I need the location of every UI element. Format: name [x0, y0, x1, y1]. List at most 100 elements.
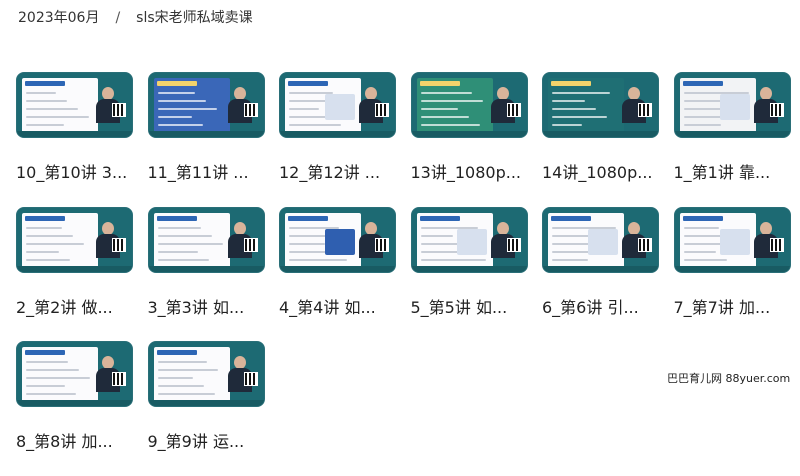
qr-code-icon	[506, 237, 521, 252]
thumbnail-footer-strip	[17, 265, 132, 272]
slide-text-line	[683, 100, 724, 102]
video-thumbnail[interactable]	[147, 206, 265, 273]
qr-code-icon	[769, 237, 784, 252]
slide-figure	[719, 228, 750, 255]
slide-text-line	[26, 108, 78, 110]
video-item[interactable]: 5_第5讲 如...	[410, 206, 528, 342]
slide-text-line	[157, 92, 195, 94]
thumbnail-footer-strip	[148, 400, 264, 406]
video-title[interactable]: 3_第3讲 如...	[148, 294, 265, 318]
video-item[interactable]: 10_第10讲 3...	[16, 72, 133, 207]
slide-preview	[548, 78, 624, 134]
video-title[interactable]: 9_第9讲 运...	[148, 428, 265, 452]
video-thumbnail[interactable]	[16, 72, 133, 138]
slide-text-line	[157, 393, 215, 395]
video-title[interactable]: 2_第2讲 做...	[16, 294, 133, 318]
breadcrumb-folder: sls宋老师私域卖课	[136, 10, 253, 26]
video-title[interactable]: 7_第7讲 加...	[674, 294, 791, 318]
video-title[interactable]: 10_第10讲 3...	[16, 159, 133, 183]
video-grid: 10_第10讲 3... 11_第11讲 ... 12_第12讲 ... 13讲_10…	[16, 72, 791, 476]
video-item[interactable]: 3_第3讲 如...	[147, 206, 265, 342]
slide-text-line	[26, 393, 76, 395]
thumbnail-footer-strip	[543, 131, 658, 137]
slide-text-line	[26, 361, 68, 363]
presenter-head	[365, 221, 377, 235]
qr-code-icon	[375, 237, 389, 252]
slide-text-line	[26, 242, 84, 245]
video-title[interactable]: 13讲_1080p...	[411, 159, 528, 183]
video-title[interactable]: 8_第8讲 加...	[16, 428, 133, 452]
thumbnail-footer-strip	[411, 131, 527, 137]
thumbnail-footer-strip	[674, 131, 790, 137]
slide-title-bar	[156, 350, 197, 355]
qr-code-icon	[243, 103, 258, 117]
video-title[interactable]: 12_第12讲 ...	[279, 159, 396, 183]
slide-preview	[679, 78, 756, 134]
video-thumbnail[interactable]	[279, 206, 396, 273]
video-thumbnail[interactable]	[410, 206, 528, 273]
qr-code-icon	[375, 103, 389, 117]
video-title[interactable]: 11_第11讲 ...	[148, 159, 265, 183]
slide-title-bar	[25, 215, 65, 221]
qr-code-icon	[112, 103, 126, 117]
slide-title-bar	[156, 215, 197, 221]
slide-text-line	[552, 234, 591, 237]
video-thumbnail[interactable]	[542, 206, 659, 273]
video-item[interactable]: 7_第7讲 加...	[673, 206, 791, 342]
slide-preview	[285, 212, 361, 269]
qr-code-icon	[638, 103, 652, 117]
slide-text-line	[26, 100, 67, 102]
slide-preview	[153, 78, 230, 134]
breadcrumb-month[interactable]: 2023年06月	[18, 10, 99, 26]
slide-figure	[719, 94, 750, 120]
slide-text-line	[683, 258, 727, 261]
qr-code-icon	[769, 103, 784, 117]
video-title[interactable]: 14讲_1080p...	[542, 159, 659, 183]
video-thumbnail[interactable]	[279, 72, 396, 138]
video-title[interactable]: 5_第5讲 如...	[411, 294, 528, 318]
presenter-head	[496, 221, 509, 235]
thumbnail-footer-strip	[17, 400, 132, 406]
video-item[interactable]: 9_第9讲 运...	[147, 341, 265, 476]
video-item[interactable]: 14讲_1080p...	[542, 72, 659, 207]
video-item[interactable]: 6_第6讲 引...	[542, 206, 659, 342]
watermark-text: 巴巴育儿网 88yuer.com	[667, 372, 791, 385]
video-thumbnail[interactable]	[16, 206, 133, 273]
video-thumbnail[interactable]	[673, 72, 791, 138]
slide-preview	[416, 78, 493, 134]
slide-text-line	[157, 377, 193, 379]
video-item[interactable]: 11_第11讲 ...	[147, 72, 265, 207]
slide-text-line	[552, 116, 607, 118]
slide-text-line	[552, 100, 585, 102]
slide-text-line	[289, 108, 319, 110]
slide-text-line	[420, 108, 458, 110]
thumbnail-footer-strip	[411, 265, 527, 272]
thumbnail-footer-strip	[148, 265, 264, 272]
slide-title-bar	[156, 81, 197, 86]
video-thumbnail[interactable]	[16, 341, 133, 407]
slide-text-line	[420, 116, 469, 118]
thumbnail-footer-strip	[280, 265, 395, 272]
slide-preview	[679, 212, 756, 269]
slide-text-line	[683, 124, 721, 126]
video-thumbnail[interactable]	[673, 206, 791, 273]
video-title[interactable]: 4_第4讲 如...	[279, 294, 396, 318]
video-title[interactable]: 1_第1讲 靠...	[674, 159, 791, 183]
slide-text-line	[157, 385, 204, 387]
video-thumbnail[interactable]	[410, 72, 528, 138]
slide-figure	[588, 228, 618, 255]
video-item[interactable]: 4_第4讲 如...	[279, 206, 396, 342]
slide-figure	[325, 94, 355, 120]
video-item[interactable]: 12_第12讲 ...	[279, 72, 396, 207]
video-item[interactable]: 1_第1讲 靠...	[673, 72, 791, 207]
video-thumbnail[interactable]	[542, 72, 659, 138]
video-thumbnail[interactable]	[147, 72, 265, 138]
video-item[interactable]: 2_第2讲 做...	[16, 206, 133, 342]
video-item[interactable]: 13讲_1080p...	[410, 72, 528, 207]
thumbnail-footer-strip	[543, 265, 658, 272]
slide-text-line	[26, 116, 89, 118]
video-item[interactable]: 8_第8讲 加...	[16, 341, 133, 476]
video-title[interactable]: 6_第6讲 引...	[542, 294, 659, 318]
video-thumbnail[interactable]	[147, 341, 265, 407]
slide-title-bar	[25, 350, 65, 355]
